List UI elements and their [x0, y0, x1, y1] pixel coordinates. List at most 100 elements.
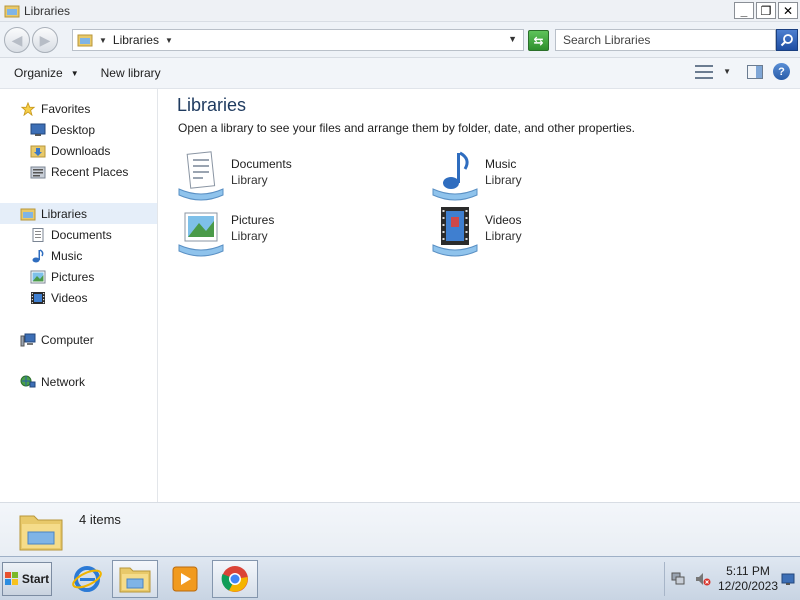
new-library-button[interactable]: New library	[101, 66, 161, 80]
breadcrumb-dropdown-icon[interactable]: ▼	[165, 36, 173, 45]
nav-computer[interactable]: Computer	[0, 329, 157, 350]
show-desktop-icon[interactable]	[781, 572, 795, 586]
music-note-icon	[32, 248, 44, 262]
taskbar-media-player[interactable]	[162, 560, 208, 598]
item-count: 4 items	[79, 512, 121, 527]
library-type: Library	[485, 173, 522, 187]
pictures-library-icon	[178, 212, 224, 257]
refresh-button[interactable]: ⇆	[528, 30, 549, 51]
nav-libraries[interactable]: Libraries	[0, 203, 157, 224]
minimize-button[interactable]: _	[734, 2, 754, 19]
address-row: ◀ ▶ ▼ Libraries ▼ ▼ ⇆ Search Libraries	[0, 22, 800, 58]
libraries-icon	[77, 34, 93, 47]
nav-desktop[interactable]: Desktop	[0, 119, 157, 140]
maximize-button[interactable]: ❐	[756, 2, 776, 19]
windows-flag-icon	[4, 572, 18, 585]
nav-network[interactable]: Network	[0, 371, 157, 392]
change-view-icon[interactable]	[695, 64, 714, 80]
address-bar[interactable]: ▼ Libraries ▼ ▼	[72, 29, 524, 51]
nav-network-label: Network	[41, 374, 86, 389]
network-icon	[20, 375, 36, 387]
search-icon	[780, 34, 793, 47]
documents-library-item[interactable]: Documents Library	[177, 151, 407, 201]
nav-pictures-label: Pictures	[51, 269, 95, 284]
page-title: Libraries	[177, 95, 247, 115]
music-library-item[interactable]: Music Library	[431, 151, 661, 201]
breadcrumb-libraries[interactable]: Libraries	[113, 33, 159, 47]
desktop-icon	[30, 123, 46, 136]
system-tray: 5:11 PM 12/20/2023	[664, 562, 798, 596]
pictures-library-item[interactable]: Pictures Library	[177, 207, 407, 257]
downloads-folder-icon	[30, 145, 46, 157]
libraries-icon	[4, 5, 20, 17]
organize-label: Organize	[14, 66, 63, 80]
nav-favorites[interactable]: Favorites	[0, 98, 157, 119]
library-type: Library	[231, 229, 268, 243]
search-button[interactable]	[776, 29, 798, 51]
nav-libraries-label: Libraries	[41, 206, 88, 221]
library-type: Library	[485, 229, 522, 243]
network-status-icon[interactable]	[671, 572, 685, 586]
chrome-icon	[221, 566, 248, 592]
content-area: Libraries Open a library to see your fil…	[160, 89, 800, 502]
nav-videos-label: Videos	[51, 290, 88, 305]
recent-places-icon	[30, 166, 46, 178]
media-player-icon	[172, 566, 198, 592]
videos-library-icon	[432, 207, 478, 257]
clock-date: 12/20/2023	[717, 579, 779, 593]
address-history-dropdown-icon[interactable]: ▼	[508, 34, 517, 44]
volume-muted-icon[interactable]	[695, 572, 711, 586]
nav-desktop-label: Desktop	[51, 122, 96, 137]
window-title: Libraries	[24, 3, 71, 18]
close-button[interactable]: ✕	[778, 2, 798, 19]
chevron-down-icon: ▼	[70, 68, 79, 78]
view-options-chevron-icon[interactable]: ▼	[723, 67, 731, 76]
help-icon[interactable]: ?	[773, 63, 790, 80]
nav-favorites-label: Favorites	[41, 101, 91, 116]
documents-icon	[32, 227, 44, 242]
taskbar-windows-explorer[interactable]	[112, 560, 158, 598]
command-bar: Organize ▼ New library ▼ ?	[0, 58, 800, 89]
computer-icon	[20, 333, 36, 346]
nav-downloads[interactable]: Downloads	[0, 140, 157, 161]
nav-computer-label: Computer	[41, 332, 94, 347]
star-icon	[20, 101, 36, 116]
page-description: Open a library to see your files and arr…	[178, 121, 635, 135]
nav-downloads-label: Downloads	[51, 143, 111, 158]
pictures-icon	[30, 270, 46, 283]
nav-music[interactable]: Music	[0, 245, 157, 266]
nav-documents[interactable]: Documents	[0, 224, 157, 245]
library-name: Pictures	[231, 213, 275, 227]
forward-button[interactable]: ▶	[32, 27, 58, 53]
nav-documents-label: Documents	[51, 227, 112, 242]
organize-button[interactable]: Organize ▼	[14, 66, 79, 80]
windows-explorer-icon	[119, 567, 151, 593]
videos-library-item[interactable]: Videos Library	[431, 207, 661, 257]
refresh-icon: ⇆	[533, 33, 544, 48]
taskbar-internet-explorer[interactable]	[64, 560, 110, 598]
forward-arrow-icon: ▶	[39, 31, 51, 48]
start-button[interactable]: Start	[2, 562, 52, 596]
internet-explorer-icon	[72, 566, 102, 592]
libraries-folder-icon	[19, 515, 63, 551]
back-arrow-icon: ◀	[11, 31, 23, 48]
start-label: Start	[21, 572, 50, 586]
library-name: Music	[485, 157, 517, 171]
clock[interactable]: 5:11 PM 12/20/2023	[717, 564, 779, 594]
clock-time: 5:11 PM	[726, 564, 770, 578]
title-bar: Libraries _ ❐ ✕	[0, 0, 800, 22]
search-input[interactable]: Search Libraries	[555, 29, 776, 51]
nav-recent-places[interactable]: Recent Places	[0, 161, 157, 182]
taskbar-chrome[interactable]	[212, 560, 258, 598]
library-name: Documents	[231, 157, 292, 171]
preview-pane-icon[interactable]	[747, 64, 763, 79]
nav-videos[interactable]: Videos	[0, 287, 157, 308]
library-name: Videos	[485, 213, 522, 227]
taskbar: Start 5:11 PM 12/20/2023	[0, 556, 800, 600]
back-button[interactable]: ◀	[4, 27, 30, 53]
nav-pictures[interactable]: Pictures	[0, 266, 157, 287]
navigation-pane: Favorites Desktop Downloads Recent Place…	[0, 89, 158, 502]
nav-recent-places-label: Recent Places	[51, 164, 129, 179]
videos-film-icon	[31, 291, 45, 304]
breadcrumb-arrow-icon[interactable]: ▼	[99, 36, 107, 45]
